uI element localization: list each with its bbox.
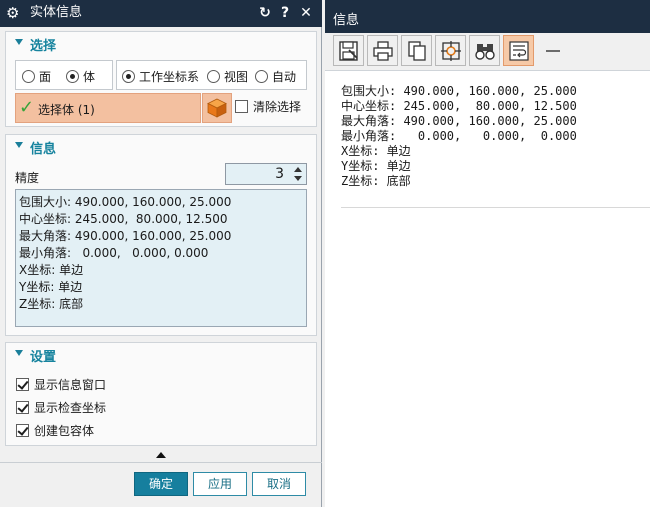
radio-face-dot xyxy=(22,69,35,83)
show-info-window-label: 显示信息窗口 xyxy=(34,378,107,392)
settings-section-header[interactable]: 设置 xyxy=(6,343,316,365)
radio-body[interactable]: 体 xyxy=(66,68,95,84)
help-icon[interactable]: ? xyxy=(276,4,294,22)
clear-selection-checkbox[interactable]: 清除选择 xyxy=(235,98,301,115)
info-output[interactable]: 包围大小: 490.000, 160.000, 25.000 中心坐标: 245… xyxy=(341,84,641,189)
create-bounding-body-checkbox[interactable]: 创建包容体 xyxy=(16,422,94,439)
show-info-window-box xyxy=(16,378,29,391)
footer-divider xyxy=(0,462,322,463)
find-button[interactable] xyxy=(469,35,500,66)
collapse-arrow-icon[interactable] xyxy=(156,452,166,458)
select-section: 选择 面 体 工作坐标系 视图 自动 ✓ 选择体 (1) 清除选择 xyxy=(5,31,317,127)
info-line: 包围大小: 490.000, 160.000, 25.000 xyxy=(19,195,232,209)
info-line: X坐标: 单边 xyxy=(19,263,84,277)
radio-body-dot xyxy=(66,69,79,83)
info-line: 最小角落: 0.000, 0.000, 0.000 xyxy=(19,246,209,260)
gear-icon: ⚙ xyxy=(6,4,20,22)
precision-label: 精度 xyxy=(15,171,40,185)
entity-type-group: 面 体 xyxy=(15,60,113,90)
info-section: 信息 精度 3 包围大小: 490.000, 160.000, 25.000 中… xyxy=(5,134,317,336)
select-body-field[interactable]: ✓ 选择体 (1) xyxy=(15,93,201,123)
info-window-toolbar xyxy=(325,33,650,71)
info-line: 最大角落: 490.000, 160.000, 25.000 xyxy=(19,229,232,243)
info-line: 中心坐标: 245.000, 80.000, 12.500 xyxy=(19,212,228,226)
radio-face[interactable]: 面 xyxy=(22,68,51,84)
radio-view-dot xyxy=(207,69,220,83)
radio-view-label: 视图 xyxy=(224,69,249,84)
copy-icon xyxy=(408,41,426,61)
info-section-title: 信息 xyxy=(30,142,57,157)
close-icon[interactable]: ✕ xyxy=(297,4,315,22)
print-icon xyxy=(373,41,393,61)
show-check-coords-checkbox[interactable]: 显示检查坐标 xyxy=(16,399,106,416)
create-bounding-body-box xyxy=(16,424,29,437)
create-bounding-body-label: 创建包容体 xyxy=(34,424,95,438)
precision-value: 3 xyxy=(275,166,284,182)
stepper-arrows[interactable] xyxy=(293,166,303,182)
cancel-button[interactable]: 取消 xyxy=(252,472,306,496)
show-check-coords-label: 显示检查坐标 xyxy=(34,401,107,415)
radio-body-label: 体 xyxy=(83,69,96,84)
chevron-down-icon xyxy=(15,142,23,148)
info-window: 信息 包围大小: 490.000, 160.000, 25.000 中心坐标: … xyxy=(325,0,650,507)
info-window-title: 信息 xyxy=(333,13,360,28)
select-body-label: 选择体 (1) xyxy=(38,103,95,117)
output-line: Y坐标: 单边 xyxy=(341,159,411,173)
radio-wcs-label: 工作坐标系 xyxy=(139,69,200,84)
copy-button[interactable] xyxy=(401,35,432,66)
output-divider xyxy=(341,207,650,208)
entity-info-dialog: ⚙ 实体信息 ↻ ? ✕ 选择 面 体 工作坐标系 视图 自动 ✓ 选择体 (1… xyxy=(0,0,322,507)
chevron-down-icon xyxy=(15,39,23,45)
output-line: 最小角落: 0.000, 0.000, 0.000 xyxy=(341,129,577,143)
reset-icon[interactable]: ↻ xyxy=(256,4,274,22)
info-line: Y坐标: 单边 xyxy=(19,280,83,294)
info-window-titlebar: 信息 xyxy=(325,0,650,33)
minimize-button[interactable] xyxy=(537,35,568,66)
locate-button[interactable] xyxy=(435,35,466,66)
radio-wcs-dot xyxy=(122,69,135,83)
ok-button[interactable]: 确定 xyxy=(134,472,188,496)
dialog-title: 实体信息 xyxy=(30,5,83,20)
output-line: 最大角落: 490.000, 160.000, 25.000 xyxy=(341,114,577,128)
radio-auto-dot xyxy=(255,69,268,83)
radio-face-label: 面 xyxy=(39,69,52,84)
stepper-down-icon[interactable] xyxy=(294,176,302,181)
dialog-titlebar: ⚙ 实体信息 ↻ ? ✕ xyxy=(0,0,322,27)
word-wrap-button[interactable] xyxy=(503,35,534,66)
settings-section-title: 设置 xyxy=(30,350,57,365)
print-button[interactable] xyxy=(367,35,398,66)
chevron-down-icon xyxy=(15,350,23,356)
radio-auto-label: 自动 xyxy=(272,69,297,84)
output-line: 包围大小: 490.000, 160.000, 25.000 xyxy=(341,84,577,98)
show-info-window-checkbox[interactable]: 显示信息窗口 xyxy=(16,376,106,393)
output-line: Z坐标: 底部 xyxy=(341,174,411,188)
apply-button[interactable]: 应用 xyxy=(193,472,247,496)
precision-stepper[interactable]: 3 xyxy=(225,163,307,185)
wrap-text-icon xyxy=(509,41,529,61)
select-section-header[interactable]: 选择 xyxy=(6,32,316,54)
info-section-header[interactable]: 信息 xyxy=(6,135,316,157)
radio-auto[interactable]: 自动 xyxy=(255,68,296,84)
select-section-title: 选择 xyxy=(30,39,57,54)
coordinate-system-group: 工作坐标系 视图 自动 xyxy=(116,60,307,90)
select-body-button[interactable] xyxy=(202,93,232,123)
check-icon: ✓ xyxy=(19,97,35,118)
save-button[interactable] xyxy=(333,35,364,66)
output-line: X坐标: 单边 xyxy=(341,144,411,158)
minus-icon xyxy=(546,50,560,52)
radio-view[interactable]: 视图 xyxy=(207,68,248,84)
output-line: 中心坐标: 245.000, 80.000, 12.500 xyxy=(341,99,577,113)
settings-section: 设置 显示信息窗口 显示检查坐标 创建包容体 xyxy=(5,342,317,446)
clear-selection-box xyxy=(235,100,248,113)
info-line: Z坐标: 底部 xyxy=(19,297,84,311)
save-icon xyxy=(339,41,358,61)
radio-wcs[interactable]: 工作坐标系 xyxy=(122,68,199,84)
info-textbox[interactable]: 包围大小: 490.000, 160.000, 25.000 中心坐标: 245… xyxy=(15,189,307,327)
binoculars-icon xyxy=(475,44,495,60)
stepper-up-icon[interactable] xyxy=(294,167,302,172)
clear-selection-label: 清除选择 xyxy=(253,100,302,114)
cube-icon xyxy=(207,98,227,118)
crosshair-icon xyxy=(441,41,461,61)
show-check-coords-box xyxy=(16,401,29,414)
